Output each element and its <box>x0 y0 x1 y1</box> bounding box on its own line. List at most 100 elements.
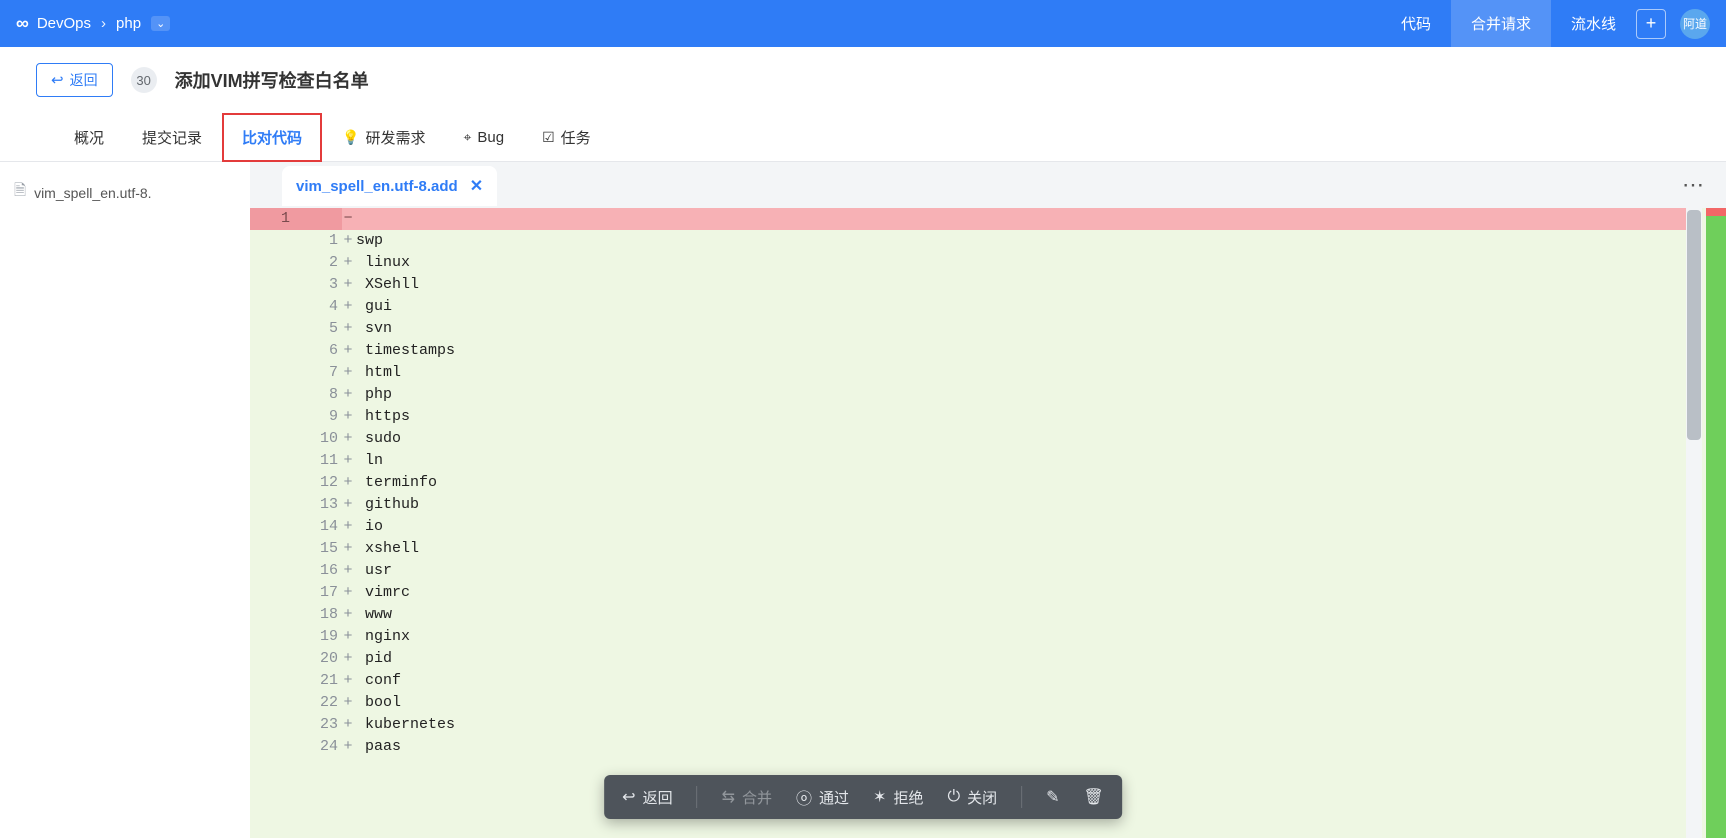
actionbar-merge-button: ⇆ 合并 <box>722 787 772 808</box>
diff-scrollbar[interactable] <box>1686 208 1726 838</box>
actionbar-edit-button[interactable]: ✎ <box>1046 787 1059 807</box>
gutter-old <box>250 604 296 626</box>
merge-request-title: 添加VIM拼写检查白名单 <box>175 67 369 93</box>
diff-line-added: 14+ io <box>250 516 1686 538</box>
tab-label: 提交记录 <box>142 127 202 148</box>
gutter-old <box>250 428 296 450</box>
gutter-new <box>296 208 342 230</box>
diff-body[interactable]: 1−1+swp2+ linux3+ XSehll4+ gui5+ svn6+ t… <box>250 208 1726 838</box>
gutter-new: 11 <box>296 450 342 472</box>
file-icon: 🗎 <box>14 180 26 205</box>
actionbar-back-button[interactable]: ↩ 返回 <box>622 787 672 808</box>
gutter-old <box>250 494 296 516</box>
tab[interactable]: 概况 <box>56 115 122 160</box>
bug-icon: ⌖ <box>464 129 472 146</box>
ok-circle-icon: ⓞ <box>796 785 812 809</box>
actionbar-close-button[interactable]: ⏻ 关闭 <box>947 787 997 808</box>
tab[interactable]: 比对代码 <box>222 113 322 162</box>
gutter-old <box>250 736 296 758</box>
code-text: www <box>354 604 1686 626</box>
devops-logo-icon: ∞ <box>16 13 29 34</box>
diff-marker-plus-icon: + <box>342 560 354 582</box>
actionbar-pass-label: 通过 <box>819 787 849 808</box>
diff-line-added: 7+ html <box>250 362 1686 384</box>
gutter-old <box>250 582 296 604</box>
topnav-item[interactable]: 流水线 <box>1551 0 1636 47</box>
breadcrumb-project[interactable]: php <box>116 15 141 32</box>
diff-line-added: 17+ vimrc <box>250 582 1686 604</box>
tab[interactable]: ☑任务 <box>524 115 609 160</box>
diff-marker-plus-icon: + <box>342 670 354 692</box>
avatar-label: 阿道 <box>1683 15 1707 32</box>
code-text: bool <box>354 692 1686 714</box>
diff-marker-plus-icon: + <box>342 582 354 604</box>
more-actions-icon[interactable]: ⋯ <box>1682 172 1706 198</box>
diff-marker-plus-icon: + <box>342 406 354 428</box>
avatar[interactable]: 阿道 <box>1680 9 1710 39</box>
create-button[interactable]: + <box>1636 9 1666 39</box>
diff-line-added: 23+ kubernetes <box>250 714 1686 736</box>
diff-file-tab[interactable]: vim_spell_en.utf-8.add ✕ <box>282 166 497 206</box>
code-text: https <box>354 406 1686 428</box>
gutter-old <box>250 384 296 406</box>
gutter-new: 23 <box>296 714 342 736</box>
tab[interactable]: 提交记录 <box>124 115 220 160</box>
code-text <box>354 208 1686 230</box>
code-text: html <box>354 362 1686 384</box>
scrollbar-thumb[interactable] <box>1687 210 1701 440</box>
gutter-new: 16 <box>296 560 342 582</box>
diff-line-added: 6+ timestamps <box>250 340 1686 362</box>
code-text: ln <box>354 450 1686 472</box>
diff-marker-plus-icon: + <box>342 230 354 252</box>
gutter-old <box>250 714 296 736</box>
gutter-old <box>250 274 296 296</box>
check-icon: ☑ <box>542 129 555 146</box>
diff-marker-plus-icon: + <box>342 692 354 714</box>
gutter-old <box>250 450 296 472</box>
diff-line-added: 8+ php <box>250 384 1686 406</box>
topnav-item[interactable]: 合并请求 <box>1451 0 1551 47</box>
project-dropdown-chevron-icon[interactable]: ⌄ <box>151 16 170 31</box>
gutter-new: 10 <box>296 428 342 450</box>
diff-line-removed: 1− <box>250 208 1686 230</box>
gutter-old <box>250 560 296 582</box>
diff-line-added: 11+ ln <box>250 450 1686 472</box>
back-button[interactable]: ↩ 返回 <box>36 63 113 97</box>
code-text: usr <box>354 560 1686 582</box>
file-tree-item[interactable]: 🗎 vim_spell_en.utf-8. <box>14 176 236 209</box>
code-text: terminfo <box>354 472 1686 494</box>
diff-line-added: 12+ terminfo <box>250 472 1686 494</box>
topnav-item[interactable]: 代码 <box>1381 0 1451 47</box>
actionbar-delete-button[interactable]: 🗑 <box>1084 787 1104 807</box>
actionbar-reject-button[interactable]: ✶ 拒绝 <box>873 787 923 808</box>
back-arrow-icon: ↩ <box>622 787 635 807</box>
code-text: github <box>354 494 1686 516</box>
main-area: 🗎 vim_spell_en.utf-8. vim_spell_en.utf-8.… <box>0 162 1726 838</box>
breadcrumb-root[interactable]: DevOps <box>37 15 91 32</box>
actionbar-pass-button[interactable]: ⓞ 通过 <box>796 785 849 809</box>
code-text: svn <box>354 318 1686 340</box>
diff-line-added: 20+ pid <box>250 648 1686 670</box>
file-name: vim_spell_en.utf-8. <box>34 185 152 201</box>
breadcrumb: DevOps › php ⌄ <box>37 15 170 32</box>
diff-line-added: 13+ github <box>250 494 1686 516</box>
action-bar: ↩ 返回 ⇆ 合并 ⓞ 通过 ✶ 拒绝 ⏻ 关闭 ✎ 🗑 <box>604 775 1122 819</box>
tab[interactable]: 💡研发需求 <box>324 115 443 160</box>
close-icon[interactable]: ✕ <box>470 176 483 196</box>
code-text: php <box>354 384 1686 406</box>
diff-line-added: 5+ svn <box>250 318 1686 340</box>
diff-line-added: 18+ www <box>250 604 1686 626</box>
diff-marker-plus-icon: + <box>342 516 354 538</box>
divider <box>1021 786 1022 808</box>
code-text: linux <box>354 252 1686 274</box>
actionbar-reject-label: 拒绝 <box>893 787 923 808</box>
tab[interactable]: ⌖Bug <box>446 117 523 158</box>
power-icon: ⏻ <box>947 788 960 806</box>
actionbar-close-label: 关闭 <box>967 787 997 808</box>
gutter-new: 6 <box>296 340 342 362</box>
code-text: timestamps <box>354 340 1686 362</box>
gutter-new: 14 <box>296 516 342 538</box>
diff-tabs-row: vim_spell_en.utf-8.add ✕ ⋯ <box>250 162 1726 208</box>
gutter-new: 15 <box>296 538 342 560</box>
gutter-new: 5 <box>296 318 342 340</box>
